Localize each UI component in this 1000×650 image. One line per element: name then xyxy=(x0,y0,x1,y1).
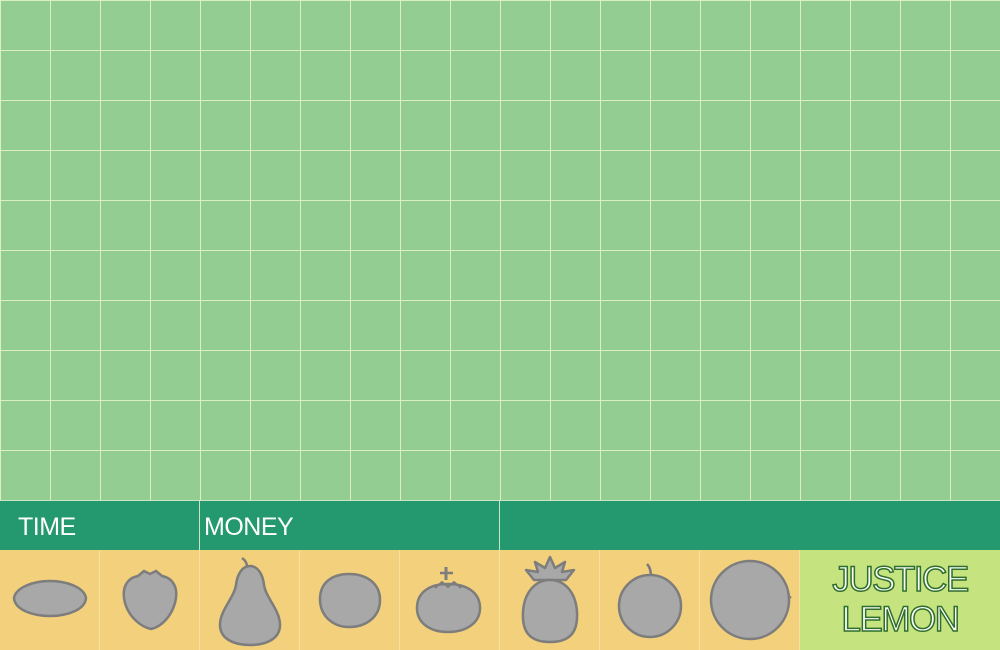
selected-fruit-line1: JUSTICE xyxy=(832,559,970,600)
game-grid[interactable] xyxy=(0,0,1000,500)
status-bar: TIME MONEY xyxy=(0,500,1000,550)
selected-fruit-line2: LEMON xyxy=(841,599,961,640)
fruit-slot-tomato[interactable] xyxy=(400,550,500,650)
fruit-slot-lime[interactable] xyxy=(300,550,400,650)
fruit-slot-lemon[interactable] xyxy=(0,550,100,650)
fruit-slot-pear[interactable] xyxy=(200,550,300,650)
lime-icon xyxy=(318,572,382,629)
time-label: TIME xyxy=(0,501,200,550)
money-label: MONEY xyxy=(200,501,500,550)
fruit-slot-pineapple[interactable] xyxy=(500,550,600,650)
pear-icon xyxy=(218,556,282,647)
fruit-tray xyxy=(0,550,800,650)
fruit-slot-orange[interactable] xyxy=(600,550,700,650)
tomato-icon xyxy=(415,567,482,634)
orange-icon xyxy=(617,563,683,639)
melon-icon xyxy=(709,559,792,641)
strawberry-icon xyxy=(122,569,178,631)
lemon-icon xyxy=(12,579,88,618)
status-empty-panel xyxy=(500,501,1000,550)
selected-fruit-panel: JUSTICE LEMON xyxy=(800,550,1000,650)
fruit-slot-melon[interactable] xyxy=(700,550,800,650)
fruit-slot-strawberry[interactable] xyxy=(100,550,200,650)
pineapple-icon xyxy=(521,555,579,644)
